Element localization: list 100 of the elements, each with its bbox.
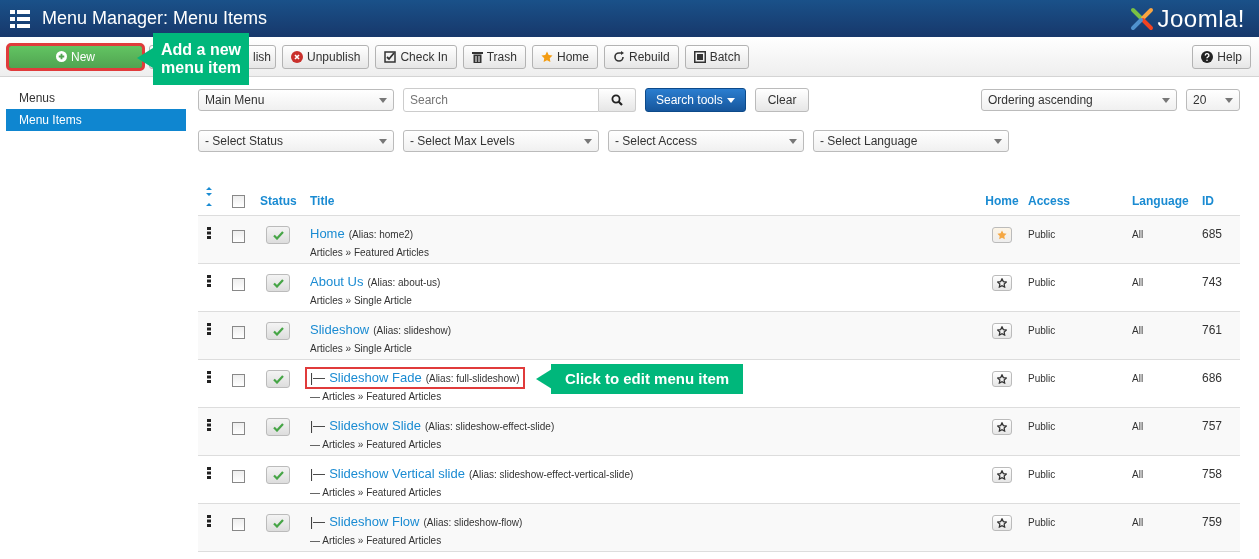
callout-label: Add a new menu item [153,33,249,85]
home-toggle[interactable] [992,467,1012,483]
item-title-link[interactable]: Slideshow [310,322,370,337]
drag-handle-icon[interactable] [207,515,211,527]
trash-icon [471,50,483,63]
drag-handle-icon[interactable] [207,419,211,431]
checkbox-icon [384,50,397,63]
row-checkbox[interactable] [232,278,245,291]
search-tools-button[interactable]: Search tools [645,88,746,112]
checkin-button[interactable]: Check In [375,44,457,69]
item-title-link[interactable]: Slideshow Vertical slide [329,466,465,481]
column-header[interactable]: Language [1132,194,1202,208]
caret-icon [584,138,592,144]
home-toggle[interactable] [992,419,1012,435]
item-title-link[interactable]: Slideshow Slide [329,418,421,433]
language-cell-text: All [1132,277,1145,288]
item-alias: (Alias: about-us) [367,277,441,288]
filter-select[interactable]: - Select Max Levels [403,130,599,152]
status-toggle[interactable] [266,226,290,244]
access-cell-text: Public [1028,229,1057,240]
access-cell-text: Public [1028,421,1057,432]
row-checkbox[interactable] [232,422,245,435]
id-cell-text: 685 [1202,227,1224,241]
check-icon [272,326,284,336]
drag-handle-icon[interactable] [207,323,211,335]
id-cell-text: 757 [1202,419,1224,433]
status-toggle[interactable] [266,466,290,484]
home-toggle[interactable] [992,515,1012,531]
sort-icon[interactable] [204,186,214,208]
rebuild-button[interactable]: Rebuild [604,44,679,69]
x-circle-icon [291,50,303,63]
drag-handle-icon[interactable] [207,275,211,287]
row-checkbox[interactable] [232,230,245,243]
caret-icon [789,138,797,144]
status-toggle[interactable] [266,274,290,292]
status-toggle[interactable] [266,370,290,388]
status-toggle[interactable] [266,514,290,532]
column-header[interactable]: Home [985,194,1019,208]
item-alias: (Alias: home2) [348,229,414,240]
column-header[interactable]: Title [310,194,976,208]
check-icon [272,230,284,240]
menu-select[interactable]: Main Menu [198,89,394,111]
id-cell-text: 743 [1202,275,1224,289]
language-cell-text: All [1132,373,1145,384]
item-alias: (Alias: slideshow-effect-slide) [424,421,555,432]
check-icon [272,278,284,288]
home-toggle[interactable] [992,371,1012,387]
filter-select[interactable]: - Select Access [608,130,804,152]
home-toggle[interactable] [992,323,1012,339]
item-title-link[interactable]: Home [310,226,345,241]
item-type: Articles » Single Article [310,295,412,306]
status-toggle[interactable] [266,418,290,436]
limit-select[interactable]: 20 [1186,89,1240,111]
id-cell-text: 761 [1202,323,1224,337]
status-toggle[interactable] [266,322,290,340]
row-checkbox[interactable] [232,374,245,387]
language-cell-text: All [1132,469,1145,480]
drag-handle-icon[interactable] [207,371,211,383]
sidebar-item[interactable]: Menu Items [6,109,186,131]
column-header[interactable]: Access [1028,194,1132,208]
trash-button[interactable]: Trash [462,44,526,69]
filter-select[interactable]: - Select Status [198,130,394,152]
language-cell-text: All [1132,421,1145,432]
item-type: — Articles » Featured Articles [310,535,442,546]
row-checkbox[interactable] [232,470,245,483]
item-title-link[interactable]: Slideshow Fade [329,370,422,385]
id-cell-text: 686 [1202,371,1224,385]
item-title-link[interactable]: About Us [310,274,364,289]
row-checkbox[interactable] [232,518,245,531]
ordering-select[interactable]: Ordering ascending [981,89,1177,111]
unpublish-button[interactable]: Unpublish [282,44,370,69]
home-toggle[interactable] [992,275,1012,291]
drag-handle-icon[interactable] [207,467,211,479]
sidebar-item[interactable]: Menus [6,87,186,109]
drag-handle-icon[interactable] [207,227,211,239]
clear-button[interactable]: Clear [754,88,810,112]
star-icon [540,50,553,63]
item-alias: (Alias: slideshow-flow) [423,517,523,528]
filter-select[interactable]: - Select Language [813,130,1009,152]
item-type: — Articles » Featured Articles [310,487,442,498]
item-alias: (Alias: full-slideshow) [425,373,520,384]
home-button[interactable]: Home [531,44,598,69]
access-cell-text: Public [1028,517,1057,528]
column-header[interactable]: ID [1202,194,1240,208]
caret-icon [1225,97,1233,103]
row-checkbox[interactable] [232,326,245,339]
help-icon [1201,50,1214,63]
home-toggle[interactable] [992,227,1012,243]
select-all-checkbox[interactable] [232,195,245,208]
column-header[interactable]: Status [260,194,310,208]
star-outline-icon [997,374,1007,384]
batch-button[interactable]: Batch [684,44,750,69]
search-field[interactable]: Search [403,88,599,112]
id-cell-text: 758 [1202,467,1224,481]
item-title-link[interactable]: Slideshow Flow [329,514,420,529]
help-button[interactable]: Help [1192,44,1251,69]
star-outline-icon [997,422,1007,432]
item-type: — Articles » Featured Articles [310,391,442,402]
indent-marker: |— [310,515,326,529]
search-button[interactable] [599,88,636,112]
